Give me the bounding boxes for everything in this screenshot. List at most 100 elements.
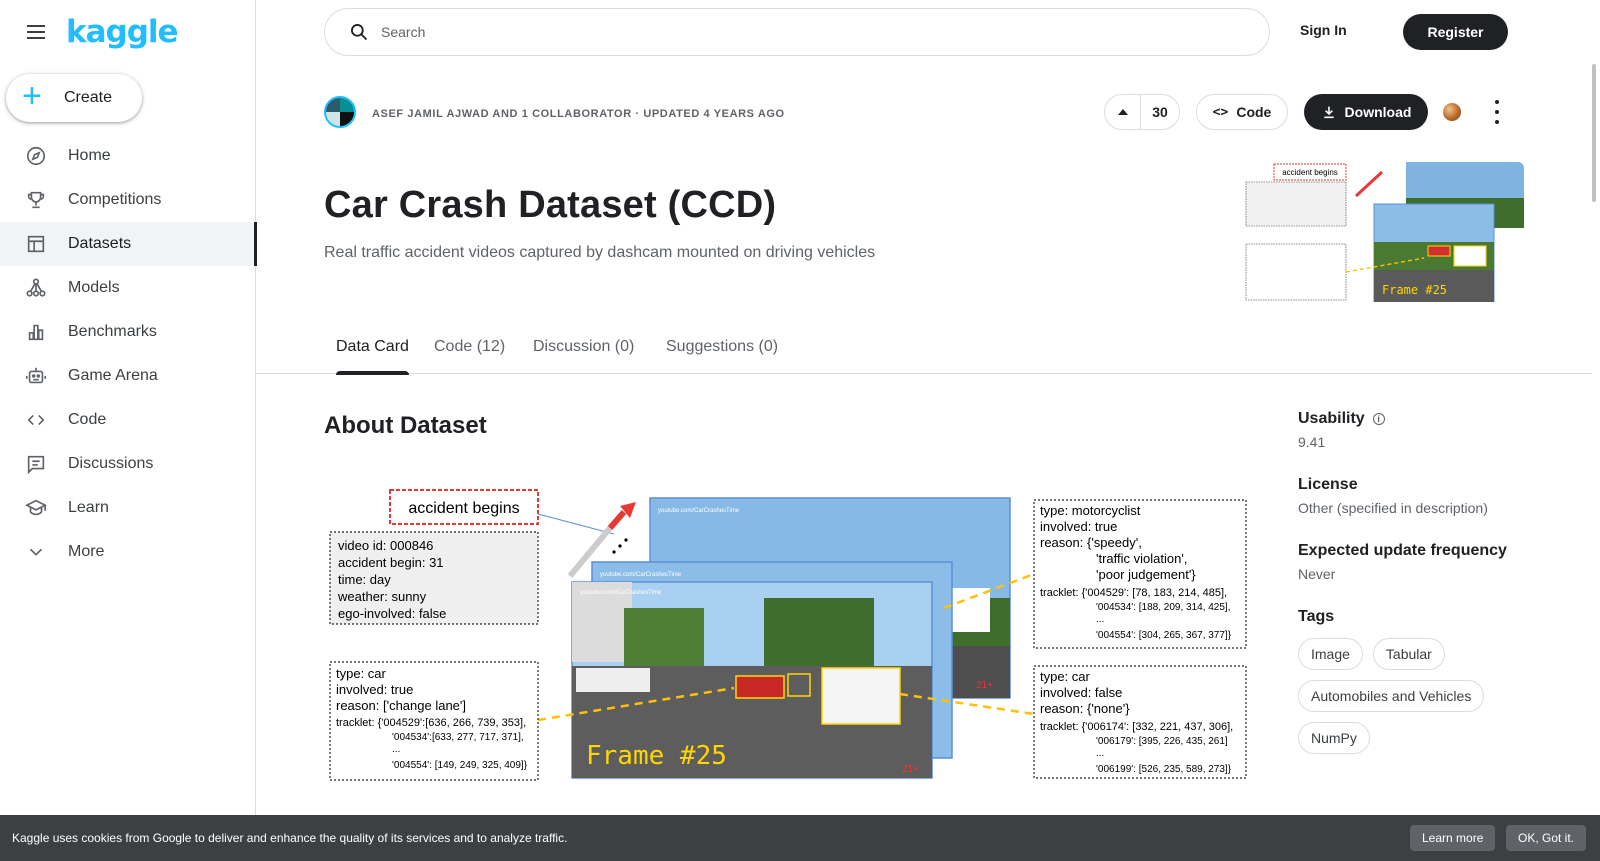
search-input[interactable]	[381, 24, 1181, 40]
tab-suggestions[interactable]: Suggestions (0)	[666, 338, 778, 374]
sidebar-item-learn[interactable]: Learn	[0, 486, 256, 530]
dataset-meta: Usability i 9.41 License Other (specifie…	[1298, 410, 1578, 754]
meta-line: time: day	[338, 572, 391, 587]
vote-count: 30	[1152, 104, 1168, 120]
sidebar-item-label: Datasets	[68, 235, 132, 252]
download-icon	[1323, 106, 1334, 119]
tab-bar: Data Card Code (12) Discussion (0) Sugge…	[256, 332, 1592, 375]
download-button[interactable]: Download	[1304, 94, 1428, 130]
cookie-text: Kaggle uses cookies from Google to deliv…	[12, 831, 568, 845]
cookie-banner: Kaggle uses cookies from Google to deliv…	[0, 815, 1600, 861]
car-line: reason: ['change lane']	[336, 698, 466, 713]
plus-icon: +	[22, 77, 42, 115]
models-icon	[24, 276, 48, 300]
moto-line: 'poor judgement'}	[1096, 567, 1196, 582]
sidebar-item-label: Learn	[68, 499, 109, 516]
page-subtitle: Real traffic accident videos captured by…	[324, 244, 876, 261]
tag-chip[interactable]: Tabular	[1372, 638, 1445, 670]
sidebar: kaggle + Create Home Competitions Datase…	[0, 0, 257, 861]
sidebar-item-code[interactable]: Code	[0, 398, 256, 442]
moto-line: ...	[1096, 614, 1104, 625]
ball-icon[interactable]	[1443, 103, 1461, 121]
tab-data-card[interactable]: Data Card	[336, 338, 409, 375]
car-line: '004534':[633, 277, 717, 371],	[392, 732, 524, 743]
create-label: Create	[64, 89, 113, 106]
page-title: Car Crash Dataset (CCD)	[324, 184, 777, 226]
license-value: Other (specified in description)	[1298, 500, 1488, 516]
watermark: youtube.com/CarCrashesTime	[600, 572, 682, 578]
code-icon: <>	[1212, 104, 1229, 120]
sidebar-item-game-arena[interactable]: Game Arena	[0, 354, 256, 398]
tag-chip[interactable]: NumPy	[1298, 722, 1370, 754]
code-button[interactable]: <> Code	[1196, 94, 1288, 130]
moto-line: type: motorcyclist	[1040, 503, 1141, 518]
sidebar-item-models[interactable]: Models	[0, 266, 256, 310]
watermark: youtube.com/CarCrashesTime	[580, 590, 662, 596]
car2-line: '006199': [526, 235, 589, 273]}	[1096, 764, 1232, 775]
about-heading: About Dataset	[324, 412, 487, 439]
comment-icon	[24, 452, 48, 476]
moto-line: '004534': [188, 209, 314, 425],	[1096, 602, 1231, 613]
tab-code[interactable]: Code (12)	[434, 338, 505, 374]
compass-icon	[24, 144, 48, 168]
sidebar-item-label: More	[68, 543, 105, 560]
sign-in-link[interactable]: Sign In	[1300, 22, 1347, 38]
dataset-byline: Asef Jamil Ajwad and 1 collaborator · Up…	[372, 108, 785, 120]
bar-chart-icon	[24, 320, 48, 344]
search-bar[interactable]	[324, 8, 1270, 56]
scrollbar-thumb[interactable]	[1592, 64, 1596, 202]
trophy-icon	[24, 188, 48, 212]
moto-line: reason: {'speedy',	[1040, 535, 1142, 550]
sidebar-item-label: Home	[68, 147, 111, 164]
car-line: involved: true	[336, 682, 413, 697]
owner-avatar[interactable]	[324, 96, 356, 128]
tag-chip[interactable]: Image	[1298, 638, 1363, 670]
upvote-button[interactable]	[1105, 95, 1141, 129]
learn-more-button[interactable]: Learn more	[1410, 825, 1496, 851]
sidebar-item-benchmarks[interactable]: Benchmarks	[0, 310, 256, 354]
car-line: ...	[392, 744, 400, 755]
car-line: type: car	[336, 666, 387, 681]
car2-line: '006179': [395, 226, 435, 261]	[1096, 736, 1228, 747]
register-button[interactable]: Register	[1403, 14, 1508, 50]
dataset-figure: accident begins video id: 000846 acciden…	[329, 489, 1247, 781]
car2-line: type: car	[1040, 669, 1091, 684]
moto-line: 'traffic violation',	[1096, 551, 1187, 566]
sidebar-item-more[interactable]: More	[0, 530, 256, 574]
meta-line: weather: sunny	[337, 589, 427, 604]
ok-got-it-button[interactable]: OK, Got it.	[1506, 825, 1587, 851]
tag-chip[interactable]: Automobiles and Vehicles	[1298, 680, 1485, 712]
car2-line: reason: {'none'}	[1040, 701, 1130, 716]
tags-label: Tags	[1298, 608, 1335, 625]
kaggle-logo[interactable]: kaggle	[66, 14, 179, 50]
watermark: youtube.com/CarCrashesTime	[658, 508, 740, 514]
tab-discussion[interactable]: Discussion (0)	[533, 338, 634, 374]
logo-row: kaggle	[24, 14, 179, 50]
frequency-label: Expected update frequency	[1298, 542, 1507, 559]
menu-icon[interactable]	[24, 20, 48, 44]
moto-line: tracklet: {'004529': [78, 183, 214, 485]…	[1040, 587, 1227, 599]
table-icon	[24, 232, 48, 256]
dataset-thumbnail: accident begins Frame #25	[1244, 162, 1524, 302]
create-button[interactable]: + Create	[6, 74, 142, 122]
usability-value: 9.41	[1298, 434, 1326, 450]
tag-list: Image Tabular Automobiles and Vehicles N…	[1298, 638, 1548, 754]
robot-icon	[24, 364, 48, 388]
car-line: tracklet: {'004529':[636, 266, 739, 353]…	[336, 717, 526, 729]
sidebar-item-datasets[interactable]: Datasets	[0, 222, 257, 266]
thumb-accident-label: accident begins	[1282, 168, 1338, 177]
moto-line: '004554': [304, 265, 367, 377]}	[1096, 630, 1232, 641]
sidebar-item-competitions[interactable]: Competitions	[0, 178, 256, 222]
thumb-frame-label: Frame #25	[1382, 283, 1447, 297]
info-icon[interactable]: i	[1372, 413, 1385, 425]
frequency-value: Never	[1298, 566, 1336, 582]
usability-heading: Usability i	[1298, 410, 1578, 428]
car2-line: involved: false	[1040, 685, 1122, 700]
caret-up-icon	[1117, 109, 1128, 115]
meta-line: accident begin: 31	[338, 555, 444, 570]
sidebar-item-discussions[interactable]: Discussions	[0, 442, 256, 486]
more-options-icon[interactable]	[1494, 100, 1500, 124]
sidebar-item-home[interactable]: Home	[0, 134, 256, 178]
car-line: '004554': [149, 249, 325, 409]}	[392, 760, 528, 771]
code-button-label: Code	[1236, 104, 1272, 120]
